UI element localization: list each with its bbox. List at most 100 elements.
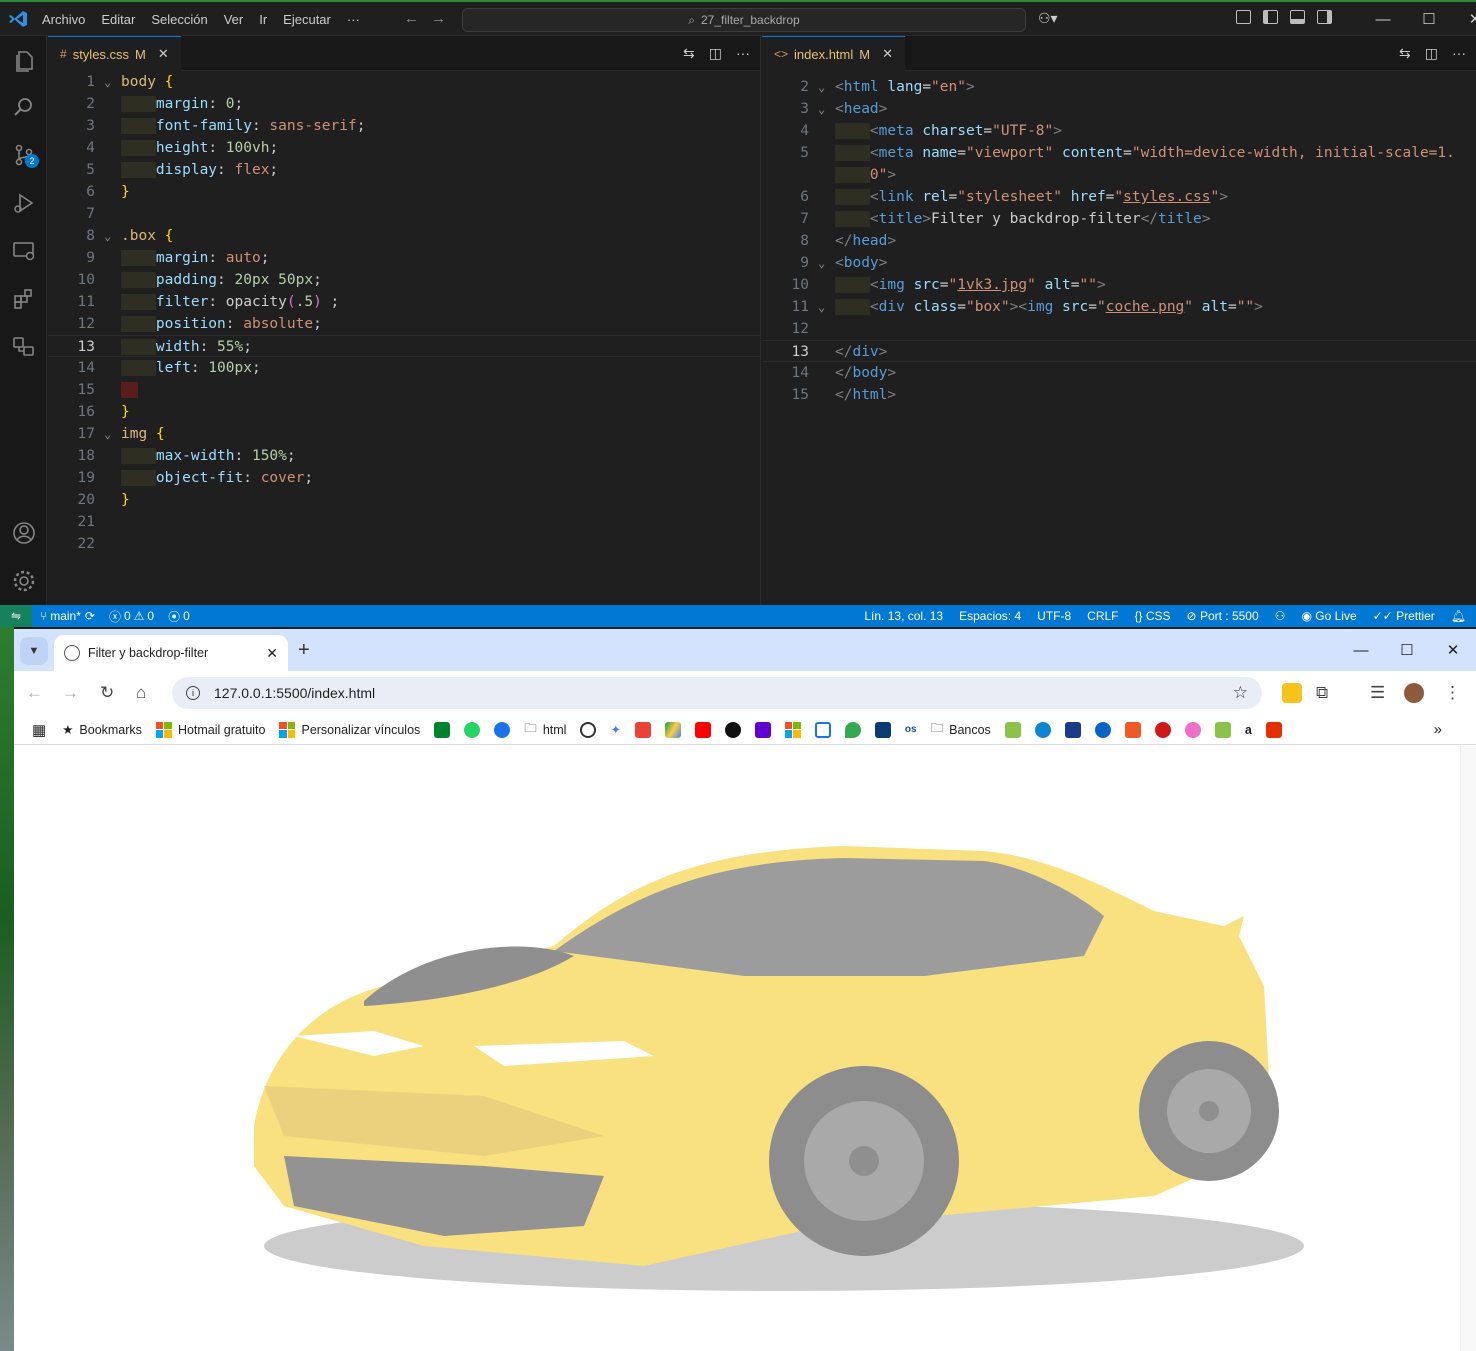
bookmark-folder-html[interactable]: 🗀 html bbox=[524, 719, 566, 740]
bookmark-a[interactable] bbox=[1064, 721, 1081, 738]
address-bar[interactable]: i 127.0.0.1:5500/index.html ☆ bbox=[172, 677, 1262, 709]
bookmark-microsoft[interactable] bbox=[784, 721, 801, 738]
toggle-secondary-sidebar-icon[interactable] bbox=[1317, 10, 1332, 24]
maximize-icon[interactable]: ☐ bbox=[1406, 2, 1452, 36]
tab-search-chevron-icon[interactable]: ▼ bbox=[20, 637, 48, 665]
site-info-icon[interactable]: i bbox=[186, 686, 200, 700]
more-actions-icon[interactable]: ··· bbox=[736, 45, 750, 62]
source-control-icon[interactable]: 2 bbox=[11, 142, 39, 168]
extensions-icon[interactable] bbox=[11, 286, 37, 312]
more-bookmarks-chevron-icon[interactable]: » bbox=[1434, 721, 1442, 738]
fold-chevron-icon[interactable]: ⌄ bbox=[818, 252, 825, 274]
fold-chevron-icon[interactable]: ⌄ bbox=[818, 98, 825, 120]
menu-seleccion[interactable]: Selección bbox=[143, 12, 215, 27]
code-area[interactable]: 1 ⌄ body { 2 margin: 0; 3 font-family: san… bbox=[48, 71, 760, 555]
compare-changes-icon[interactable]: ⇆ bbox=[1399, 45, 1411, 62]
split-editor-icon[interactable]: ◫ bbox=[709, 45, 722, 62]
bookmark-outlook[interactable] bbox=[1094, 721, 1111, 738]
more-actions-icon[interactable]: ··· bbox=[1452, 45, 1466, 62]
browser-tab[interactable]: Filter y backdrop-filter ✕ bbox=[54, 635, 288, 671]
bookmark-aliexpress[interactable] bbox=[1265, 721, 1282, 738]
bookmark-s[interactable] bbox=[1124, 721, 1141, 738]
bookmark-youtube[interactable] bbox=[694, 721, 711, 738]
customize-layout-icon[interactable] bbox=[1236, 10, 1251, 24]
copilot-status-icon[interactable]: ⚇ bbox=[1275, 609, 1286, 623]
close-icon[interactable]: ✕ bbox=[1430, 629, 1476, 671]
bookmark-github[interactable] bbox=[724, 721, 741, 738]
go-live-button[interactable]: ◉ Go Live bbox=[1301, 609, 1356, 623]
bookmark-chat[interactable] bbox=[494, 721, 511, 738]
bookmark-yahoo-mail[interactable] bbox=[754, 721, 771, 738]
bookmark-hotmail[interactable]: Hotmail gratuito bbox=[155, 721, 265, 738]
bookmark-os[interactable]: os bbox=[905, 724, 917, 735]
bookmark-ext-2[interactable] bbox=[1214, 721, 1231, 738]
bookmark-amazon[interactable]: a bbox=[1245, 723, 1252, 737]
fold-chevron-icon[interactable]: ⌄ bbox=[818, 296, 825, 318]
tab-close-icon[interactable]: ✕ bbox=[266, 645, 278, 662]
bookmark-gmail[interactable] bbox=[634, 721, 651, 738]
tab-close-icon[interactable]: ✕ bbox=[158, 46, 169, 62]
bookmark-whatsapp[interactable] bbox=[464, 721, 481, 738]
account-icon[interactable] bbox=[11, 520, 37, 546]
extensions-puzzle-icon[interactable]: ⧉ bbox=[1316, 683, 1328, 703]
fold-chevron-icon[interactable]: ⌄ bbox=[104, 423, 111, 445]
docker-icon[interactable] bbox=[11, 334, 37, 360]
bookmark-skull[interactable] bbox=[1184, 721, 1201, 738]
live-server-port[interactable]: ⊘ Port : 5500 bbox=[1187, 609, 1259, 623]
compare-changes-icon[interactable]: ⇆ bbox=[683, 45, 695, 62]
language-mode[interactable]: {} CSS bbox=[1135, 609, 1171, 623]
toggle-panel-icon[interactable] bbox=[1290, 10, 1305, 24]
menu-ver[interactable]: Ver bbox=[216, 12, 252, 27]
cursor-position[interactable]: Lín. 13, col. 13 bbox=[864, 609, 943, 623]
menu-kebab-icon[interactable]: ⋮ bbox=[1444, 683, 1461, 703]
menu-more[interactable]: ··· bbox=[339, 12, 368, 27]
bookmark-bookmarks[interactable]: ★ Bookmarks bbox=[62, 722, 142, 738]
notifications-bell-icon[interactable]: 🔔︎ bbox=[1451, 609, 1466, 623]
indentation[interactable]: Espacios: 4 bbox=[959, 609, 1021, 623]
tab-index-html[interactable]: <> index.html M ✕ bbox=[762, 36, 906, 71]
bookmark-arch[interactable] bbox=[874, 721, 891, 738]
prettier-button[interactable]: ✓✓ Prettier bbox=[1373, 609, 1435, 623]
bookmark-chatgpt[interactable] bbox=[580, 721, 597, 738]
fold-chevron-icon[interactable]: ⌄ bbox=[818, 76, 825, 98]
tab-styles-css[interactable]: # styles.css M ✕ bbox=[48, 36, 181, 71]
search-icon[interactable] bbox=[11, 94, 37, 120]
encoding[interactable]: UTF-8 bbox=[1037, 609, 1071, 623]
bookmark-ext-1[interactable] bbox=[1004, 721, 1021, 738]
editor-styles-css[interactable]: # styles.css M ✕ ⇆ ◫ ··· 1 ⌄ body { 2 marg… bbox=[48, 36, 761, 605]
profile-avatar[interactable] bbox=[1404, 683, 1424, 703]
branch-name[interactable]: main* bbox=[50, 609, 81, 623]
tab-close-icon[interactable]: ✕ bbox=[882, 46, 893, 62]
bookmark-meet[interactable] bbox=[434, 721, 451, 738]
close-icon[interactable]: ✕ bbox=[1452, 2, 1476, 36]
new-tab-plus-icon[interactable]: + bbox=[298, 639, 310, 662]
bookmark-folder-bancos[interactable]: 🗀 Bancos bbox=[931, 719, 991, 740]
settings-gear-icon[interactable] bbox=[11, 568, 37, 594]
maximize-icon[interactable]: ☐ bbox=[1384, 629, 1430, 671]
minimize-icon[interactable]: — bbox=[1338, 629, 1384, 671]
back-arrow-icon[interactable]: ← bbox=[26, 683, 43, 703]
line-ending[interactable]: CRLF bbox=[1087, 609, 1118, 623]
copilot-icon[interactable]: ⚇▾ bbox=[1038, 10, 1058, 27]
menu-editar[interactable]: Editar bbox=[93, 12, 143, 27]
reload-icon[interactable]: ↻ bbox=[100, 683, 114, 703]
bookmark-drive[interactable] bbox=[664, 721, 681, 738]
menu-ir[interactable]: Ir bbox=[251, 12, 275, 27]
remote-indicator-icon[interactable]: ⇋ bbox=[0, 605, 32, 627]
warning-count[interactable]: 0 bbox=[147, 609, 154, 623]
bookmark-calendar[interactable] bbox=[814, 721, 831, 738]
toggle-sidebar-icon[interactable] bbox=[1263, 10, 1278, 24]
bookmark-gemini[interactable]: ✦ bbox=[610, 722, 620, 737]
media-controls-icon[interactable]: ☰ bbox=[1370, 683, 1385, 703]
bookmark-dots[interactable] bbox=[1154, 721, 1171, 738]
minimize-icon[interactable]: — bbox=[1360, 2, 1406, 36]
remote-explorer-icon[interactable] bbox=[11, 238, 37, 264]
command-center-search[interactable]: ⌕ 27_filter_backdrop bbox=[462, 8, 1026, 32]
menu-archivo[interactable]: Archivo bbox=[34, 12, 93, 27]
fold-chevron-icon[interactable]: ⌄ bbox=[104, 225, 111, 247]
bookmark-personalizar[interactable]: Personalizar vínculos bbox=[279, 721, 420, 738]
forward-arrow-icon[interactable]: → bbox=[431, 10, 446, 27]
bookmark-maps[interactable] bbox=[844, 721, 861, 738]
bookmark-star-icon[interactable]: ☆ bbox=[1233, 683, 1248, 703]
fold-chevron-icon[interactable]: ⌄ bbox=[104, 71, 111, 93]
